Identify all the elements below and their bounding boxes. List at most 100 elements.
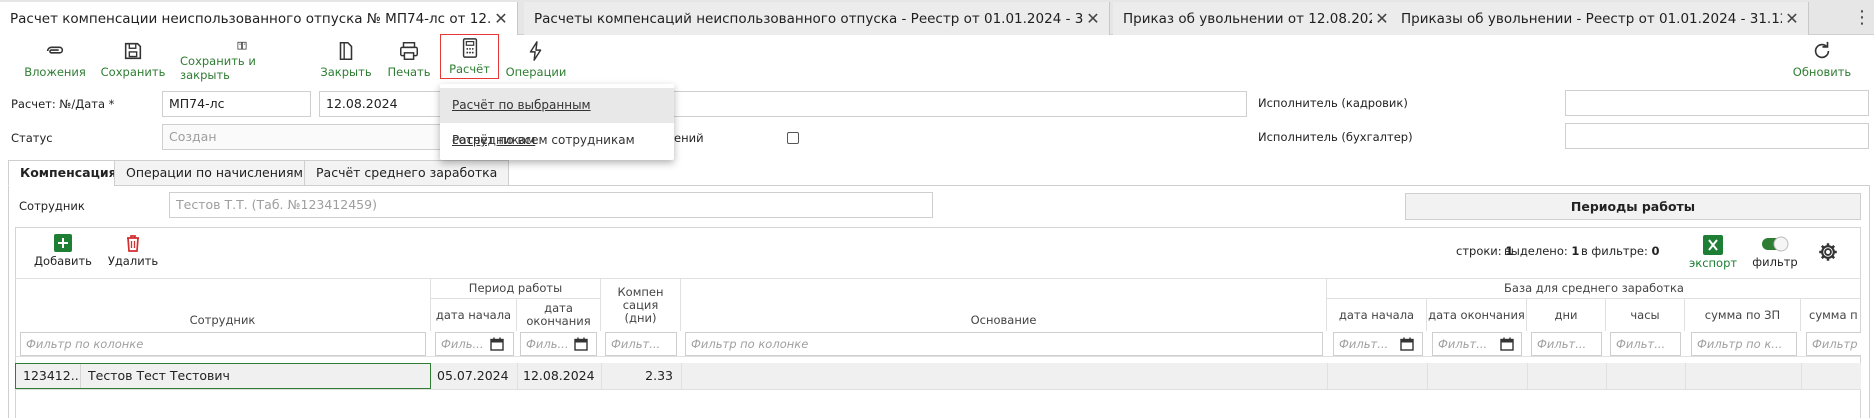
tab-dismissal-order[interactable]: Приказ об увольнении от 12.08.2024 ✕ [1113, 2, 1399, 35]
executor-hr-label: Исполнитель (кадровик) [1258, 96, 1408, 110]
col-basis-header[interactable]: Основание [681, 279, 1327, 331]
filter-compensation-days[interactable]: Фильт... [605, 332, 677, 356]
filter-placeholder: Филь... [441, 337, 484, 351]
executor-hr-field[interactable] [1565, 90, 1869, 116]
filter-placeholder: Фильт... [1438, 337, 1488, 351]
col-hours-header[interactable]: часы [1606, 299, 1685, 331]
filter-placeholder: Филь... [526, 337, 569, 351]
filter-count: в фильтре: 0 [1581, 244, 1660, 258]
col-base-end-header[interactable]: дата окончания [1427, 299, 1527, 331]
status-field: Создан [162, 124, 452, 150]
option-checkbox[interactable] [787, 132, 799, 144]
add-button[interactable]: Добавить [34, 234, 92, 268]
gear-icon[interactable] [1818, 242, 1838, 262]
save-close-icon [237, 41, 247, 50]
cell-divider [1427, 363, 1428, 389]
delete-button[interactable]: Удалить [108, 234, 158, 268]
close-icon[interactable]: ✕ [491, 9, 511, 28]
filter-employee[interactable]: Фильтр по колонке [20, 332, 426, 356]
calendar-icon[interactable] [490, 337, 504, 351]
filter-hours[interactable]: Фильт... [1610, 332, 1681, 356]
operations-button[interactable]: Операции [505, 38, 567, 82]
filter-salary-sum[interactable]: Фильтр по к... [1691, 332, 1797, 356]
filter-days[interactable]: Фильт... [1531, 332, 1602, 356]
cell-end-date[interactable]: 12.08.2024 [523, 363, 601, 389]
executor-acc-label: Исполнитель (бухгалтер) [1258, 130, 1413, 144]
calculator-icon [462, 38, 477, 58]
filter-toggle[interactable]: фильтр [1752, 236, 1798, 269]
tab-bar: Расчет компенсации неиспользованного отп… [0, 0, 1874, 35]
selected-count: выделено: 1 [1504, 244, 1579, 258]
save-close-label: Сохранить и закрыть [180, 54, 256, 82]
col-start-date-header[interactable]: дата начала [431, 299, 517, 331]
cell-employee-name[interactable]: Тестов Тест Тестович [88, 363, 428, 389]
tab-dismissal-registry[interactable]: Приказы об увольнении - Реестр от 01.01.… [1391, 2, 1809, 35]
col-compensation-days-header[interactable]: Компен сация (дни) [601, 279, 681, 331]
col-days-header[interactable]: дни [1527, 299, 1606, 331]
filter-sum[interactable]: Фильтр [1806, 332, 1861, 356]
calc-selected-employees-item[interactable]: Расчёт по выбранным сотрудникам [440, 88, 674, 147]
tab-compensation[interactable]: Компенсация [8, 160, 129, 186]
tab-average-earnings[interactable]: Расчёт среднего заработка [304, 160, 510, 186]
header-bottom-line [15, 356, 1861, 357]
cell-divider [1327, 363, 1328, 389]
calendar-icon[interactable] [1400, 337, 1414, 351]
selected-count-value: 1 [1571, 244, 1580, 258]
calc-button[interactable]: Расчёт [440, 34, 499, 79]
refresh-button[interactable]: Обновить [1790, 38, 1854, 82]
executor-acc-field[interactable] [1565, 123, 1869, 149]
calc-all-employees-item[interactable]: Расчёт по всем сотрудникам [440, 123, 674, 158]
print-button[interactable]: Печать [386, 38, 432, 82]
cell-start-date[interactable]: 05.07.2024 [437, 363, 517, 389]
cell-compensation-days[interactable]: 2.33 [607, 363, 673, 389]
toggle-icon [1762, 236, 1789, 252]
refresh-label: Обновить [1792, 65, 1852, 79]
export-button[interactable]: экспорт [1688, 235, 1738, 270]
calendar-icon[interactable] [574, 337, 588, 351]
work-periods-button[interactable]: Периоды работы [1405, 193, 1861, 220]
rows-count-label: строки: [1456, 244, 1502, 258]
floppy-icon [124, 42, 142, 60]
employee-field[interactable]: Тестов Т.Т. (Таб. №123412459) [169, 192, 933, 218]
employee-label: Сотрудник [19, 199, 85, 213]
filter-toggle-label: фильтр [1752, 255, 1798, 269]
tab-compensation-calc[interactable]: Расчет компенсации неиспользованного отп… [0, 2, 518, 35]
attachments-button[interactable]: Вложения [22, 38, 88, 82]
col-sum-header[interactable]: сумма п [1801, 299, 1861, 331]
col-base-start-header[interactable]: дата начала [1327, 299, 1427, 331]
status-label: Статус [11, 131, 53, 145]
calc-label: Расчёт [449, 62, 490, 76]
cell-divider [1801, 363, 1802, 389]
more-vertical-icon[interactable]: ⋮ [1850, 0, 1874, 35]
tab-label: Расчеты компенсаций неиспользованного от… [534, 10, 1083, 27]
col-employee-header[interactable]: Сотрудник [15, 279, 431, 331]
col-work-period-header: Период работы [431, 279, 601, 298]
tab-compensation-registry[interactable]: Расчеты компенсаций неиспользованного от… [524, 2, 1110, 35]
calc-number-label: Расчет: №/Дата * [11, 97, 115, 111]
trash-icon [127, 235, 139, 252]
export-label: экспорт [1688, 256, 1738, 270]
cell-divider [1685, 363, 1686, 389]
filter-placeholder: Фильт... [1339, 337, 1389, 351]
close-button[interactable]: Закрыть [318, 38, 374, 82]
attachments-label: Вложения [24, 65, 86, 79]
save-button[interactable]: Сохранить [100, 38, 166, 82]
close-doc-icon [339, 41, 353, 61]
cell-divider [80, 364, 81, 388]
cell-divider [681, 363, 682, 389]
tab-label: Приказы об увольнении - Реестр от 01.01.… [1401, 10, 1782, 27]
tab-accrual-operations[interactable]: Операции по начислениям [114, 160, 315, 186]
calendar-icon[interactable] [1500, 337, 1514, 351]
col-end-date-header[interactable]: дата окончания [517, 299, 601, 331]
cell-tab-number[interactable]: 123412... [23, 363, 80, 389]
close-icon[interactable]: ✕ [1372, 9, 1392, 28]
calc-number-field[interactable]: МП74-лс [162, 91, 311, 117]
filter-basis[interactable]: Фильтр по колонке [685, 332, 1323, 356]
col-avg-base-header: База для среднего заработка [1504, 281, 1684, 295]
delete-label: Удалить [107, 254, 159, 268]
close-icon[interactable]: ✕ [1782, 9, 1802, 28]
printer-icon [400, 42, 418, 60]
col-salary-sum-header[interactable]: сумма по ЗП [1685, 299, 1801, 331]
save-and-close-button[interactable]: Сохранить и закрыть [180, 38, 304, 82]
close-icon[interactable]: ✕ [1083, 9, 1103, 28]
